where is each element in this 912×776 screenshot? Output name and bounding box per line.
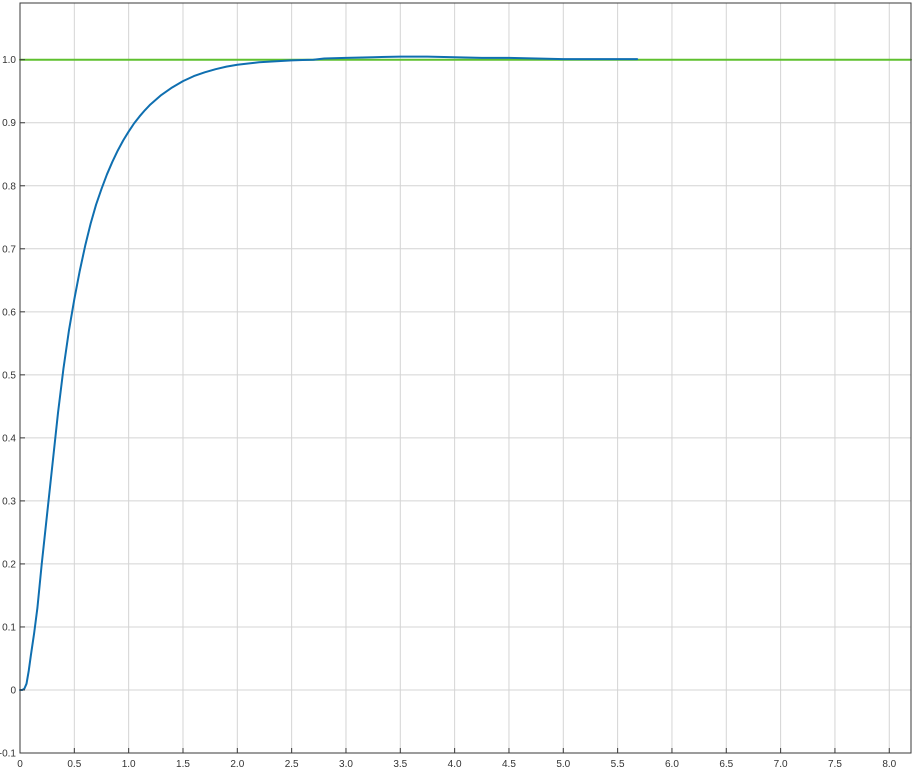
x-tick-label: 0.5 [67,759,81,770]
y-tick-label: 0.2 [2,559,16,570]
x-tick-label: 2.5 [285,759,299,770]
x-tick-label: 7.0 [774,759,788,770]
y-tick-label: -0.1 [0,749,16,760]
y-tick-label: 0.1 [2,622,16,633]
x-tick-label: 1.0 [122,759,136,770]
x-tick-label: 4.0 [448,759,462,770]
x-tick-label: 7.5 [828,759,842,770]
y-tick-label: 0.8 [2,181,16,192]
y-tick-label: 0.5 [2,370,16,381]
y-tick-label: 1.0 [2,55,16,66]
y-tick-label: 0 [10,685,16,696]
y-tick-label: 0.6 [2,307,16,318]
x-tick-label: 5.0 [556,759,570,770]
x-tick-label: 6.5 [719,759,733,770]
x-tick-label: 4.5 [502,759,516,770]
x-tick-label: 3.5 [393,759,407,770]
y-tick-label: 0.3 [2,496,16,507]
x-tick-label: 8.0 [882,759,896,770]
chart-container: 0 0.5 1.0 1.5 2.0 2.5 3.0 3.5 4.0 4.5 5.0 5.5 6.0 6.5… [0,0,912,771]
x-tick-label: 6.0 [665,759,679,770]
y-tick-label: 0.4 [2,433,16,444]
x-tick-label: 0 [17,759,23,770]
line-chart: 0 0.5 1.0 1.5 2.0 2.5 3.0 3.5 4.0 4.5 5.0 5.5 6.0 6.5… [0,2,912,770]
x-tick-label: 1.5 [176,759,190,770]
y-tick-label: 0.7 [2,244,16,255]
x-tick-label: 3.0 [339,759,353,770]
x-tick-label: 5.5 [611,759,625,770]
x-tick-label: 2.0 [230,759,244,770]
plot-background [20,3,911,753]
y-tick-label: 0.9 [2,118,16,129]
